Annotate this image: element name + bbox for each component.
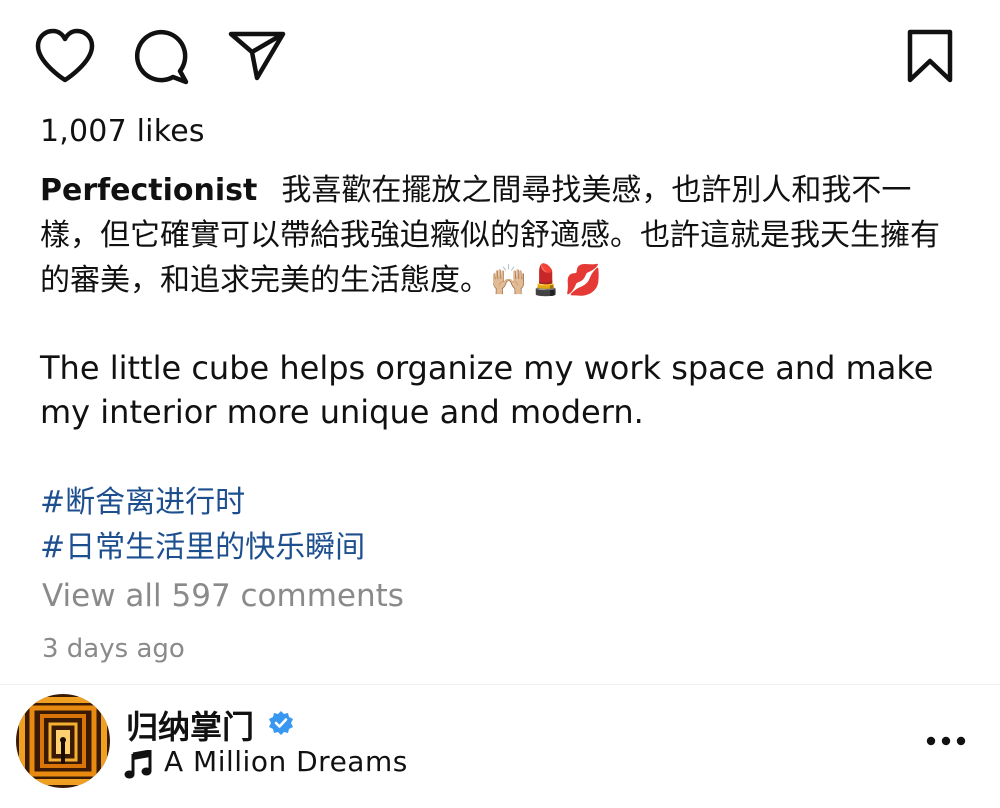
music-title[interactable]: A Million Dreams xyxy=(164,745,408,778)
caption: Perfectionist 我喜歡在擺放之間尋找美感，也許別人和我不一樣，但它確實… xyxy=(40,168,960,303)
hashtag-link[interactable]: #日常生活里的快乐瞬间 xyxy=(40,525,365,570)
bookmark-icon xyxy=(907,29,953,83)
hashtag-link[interactable]: #断舍离进行时 xyxy=(40,480,365,525)
more-options-icon xyxy=(926,736,966,746)
avatar[interactable] xyxy=(16,694,110,788)
account-name[interactable]: 归纳掌门 xyxy=(126,702,254,748)
speech-bubble-icon xyxy=(134,29,189,85)
post-timestamp: 3 days ago xyxy=(42,634,185,664)
heart-icon xyxy=(35,28,95,83)
view-comments-link[interactable]: View all 597 comments xyxy=(42,578,404,614)
divider xyxy=(0,684,1000,685)
music-note-icon xyxy=(124,749,154,784)
action-bar xyxy=(0,0,1000,110)
comment-button[interactable] xyxy=(132,29,190,85)
avatar-image xyxy=(16,694,110,788)
more-options-button[interactable] xyxy=(926,733,966,752)
save-button[interactable] xyxy=(906,29,954,83)
paper-plane-icon xyxy=(228,31,286,81)
hashtags: #断舍离进行时 #日常生活里的快乐瞬间 xyxy=(40,480,365,570)
like-button[interactable] xyxy=(34,28,96,84)
caption-username[interactable]: Perfectionist xyxy=(40,173,257,208)
likes-count[interactable]: 1,007 likes xyxy=(40,114,205,149)
caption-text-en: The little cube helps organize my work s… xyxy=(40,349,934,431)
share-button[interactable] xyxy=(228,30,286,82)
verified-badge-icon xyxy=(268,710,294,740)
